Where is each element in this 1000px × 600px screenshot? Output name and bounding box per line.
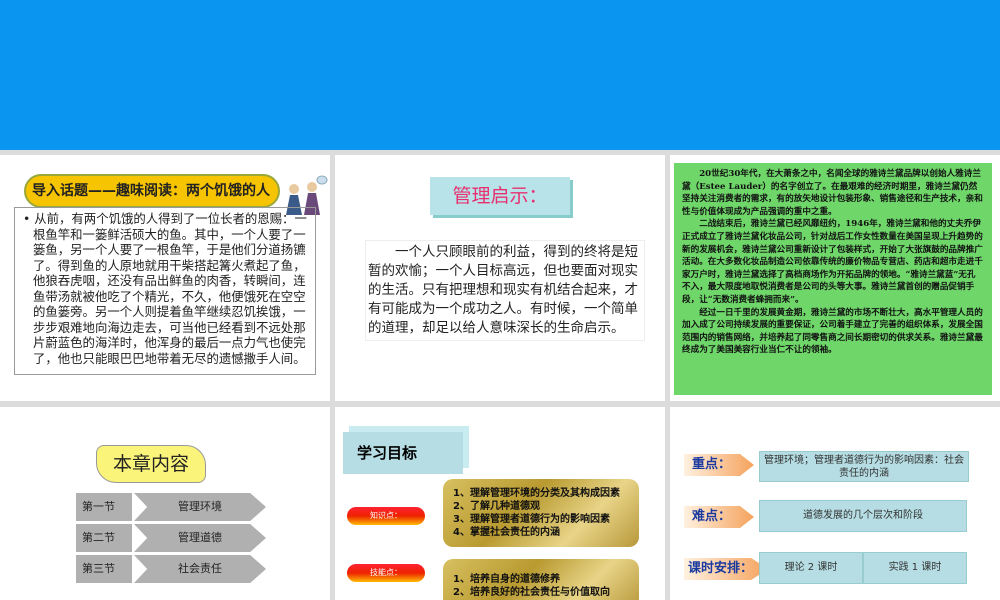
section-number: 第一节: [76, 493, 132, 521]
slide-thumbnail-estee-lauder[interactable]: 20世纪30年代，在大萧条之中，名闻全球的雅诗兰黛品牌以创始人雅诗兰黛（Este…: [670, 155, 1000, 401]
skill-item: 2、培养良好的社会责任与价值取向: [453, 587, 610, 598]
section-name: 管理环境: [134, 493, 266, 521]
story-text: • 从前，有两个饥饿的人得到了一位长者的恩赐：一根鱼竿和一篓鲜活硕大的鱼。其中，…: [14, 207, 316, 375]
knowledge-label: 知识点：: [347, 507, 425, 525]
top-banner: [0, 0, 1000, 150]
knowledge-item: 2、了解几种道德观: [453, 501, 540, 512]
section-name: 社会责任: [134, 555, 266, 583]
insight-title: 管理启示：: [430, 177, 570, 215]
case-text-box: 20世纪30年代，在大萧条之中，名闻全球的雅诗兰黛品牌以创始人雅诗兰黛（Este…: [674, 163, 992, 395]
skill-label: 技能点：: [347, 564, 425, 582]
knowledge-box: 1、理解管理环境的分类及其构成因素 2、了解几种道德观 3、理解管理者道德行为的…: [443, 479, 639, 547]
key-point-label: 重点：: [684, 454, 754, 476]
key-point-text: 管理环境；管理者道德行为的影响因素：社会责任的内涵: [759, 451, 969, 482]
case-paragraph: 二战结束后，雅诗兰黛已经风靡纽约，1946年，雅诗兰黛和他的丈夫乔伊正式成立了雅…: [682, 219, 983, 305]
slide-thumbnail-objectives[interactable]: 学习目标 知识点： 1、理解管理环境的分类及其构成因素 2、了解几种道德观 3、…: [335, 407, 665, 600]
section-number: 第三节: [76, 555, 132, 583]
knowledge-item: 1、理解管理环境的分类及其构成因素: [453, 488, 620, 499]
section-row: 第一节 管理环境: [76, 493, 266, 521]
slide-thumbnail-reading[interactable]: 导入话题——趣味阅读：两个饥饿的人 • 从前，有两个饥饿的人得到了一位长者的恩赐…: [0, 155, 330, 401]
theory-hours: 理论 2 课时: [759, 552, 863, 584]
section-row: 第三节 社会责任: [76, 555, 266, 583]
practice-hours: 实践 1 课时: [863, 552, 967, 584]
slide-thumbnail-insight[interactable]: 管理启示： 一个人只顾眼前的利益，得到的终将是短暂的欢愉；一个人目标高远，但也要…: [335, 155, 665, 401]
section-number: 第二节: [76, 524, 132, 552]
knowledge-item: 3、理解管理者道德行为的影响因素: [453, 514, 610, 525]
slide-thumbnail-key-points[interactable]: 重点： 管理环境；管理者道德行为的影响因素：社会责任的内涵 难点： 道德发展的几…: [670, 407, 1000, 600]
skill-box: 1、培养自身的道德修养 2、培养良好的社会责任与价值取向: [443, 559, 639, 600]
difficulty-text: 道德发展的几个层次和阶段: [759, 500, 967, 532]
chapter-title: 本章内容: [96, 445, 206, 483]
section-row: 第二节 管理道德: [76, 524, 266, 552]
case-paragraph: 经过一日千里的发展黄金期，雅诗兰黛的市场不断壮大，高水平管理人员的加入成了公司持…: [682, 307, 983, 356]
difficulty-label: 难点：: [684, 506, 754, 528]
section-name: 管理道德: [134, 524, 266, 552]
objectives-title: 学习目标: [343, 432, 463, 474]
hours-label: 课时安排：: [684, 558, 768, 580]
slide-thumbnail-contents[interactable]: 本章内容 第一节 管理环境 第二节 管理道德 第三节 社会责任: [0, 407, 330, 600]
skill-item: 1、培养自身的道德修养: [453, 574, 560, 585]
topic-banner: 导入话题——趣味阅读：两个饥饿的人: [24, 174, 280, 208]
insight-text: 一个人只顾眼前的利益，得到的终将是短暂的欢愉；一个人目标高远，但也要面对现实的生…: [365, 240, 645, 341]
case-paragraph: 20世纪30年代，在大萧条之中，名闻全球的雅诗兰黛品牌以创始人雅诗兰黛（Este…: [682, 169, 983, 217]
knowledge-item: 4、掌握社会责任的内涵: [453, 527, 560, 538]
